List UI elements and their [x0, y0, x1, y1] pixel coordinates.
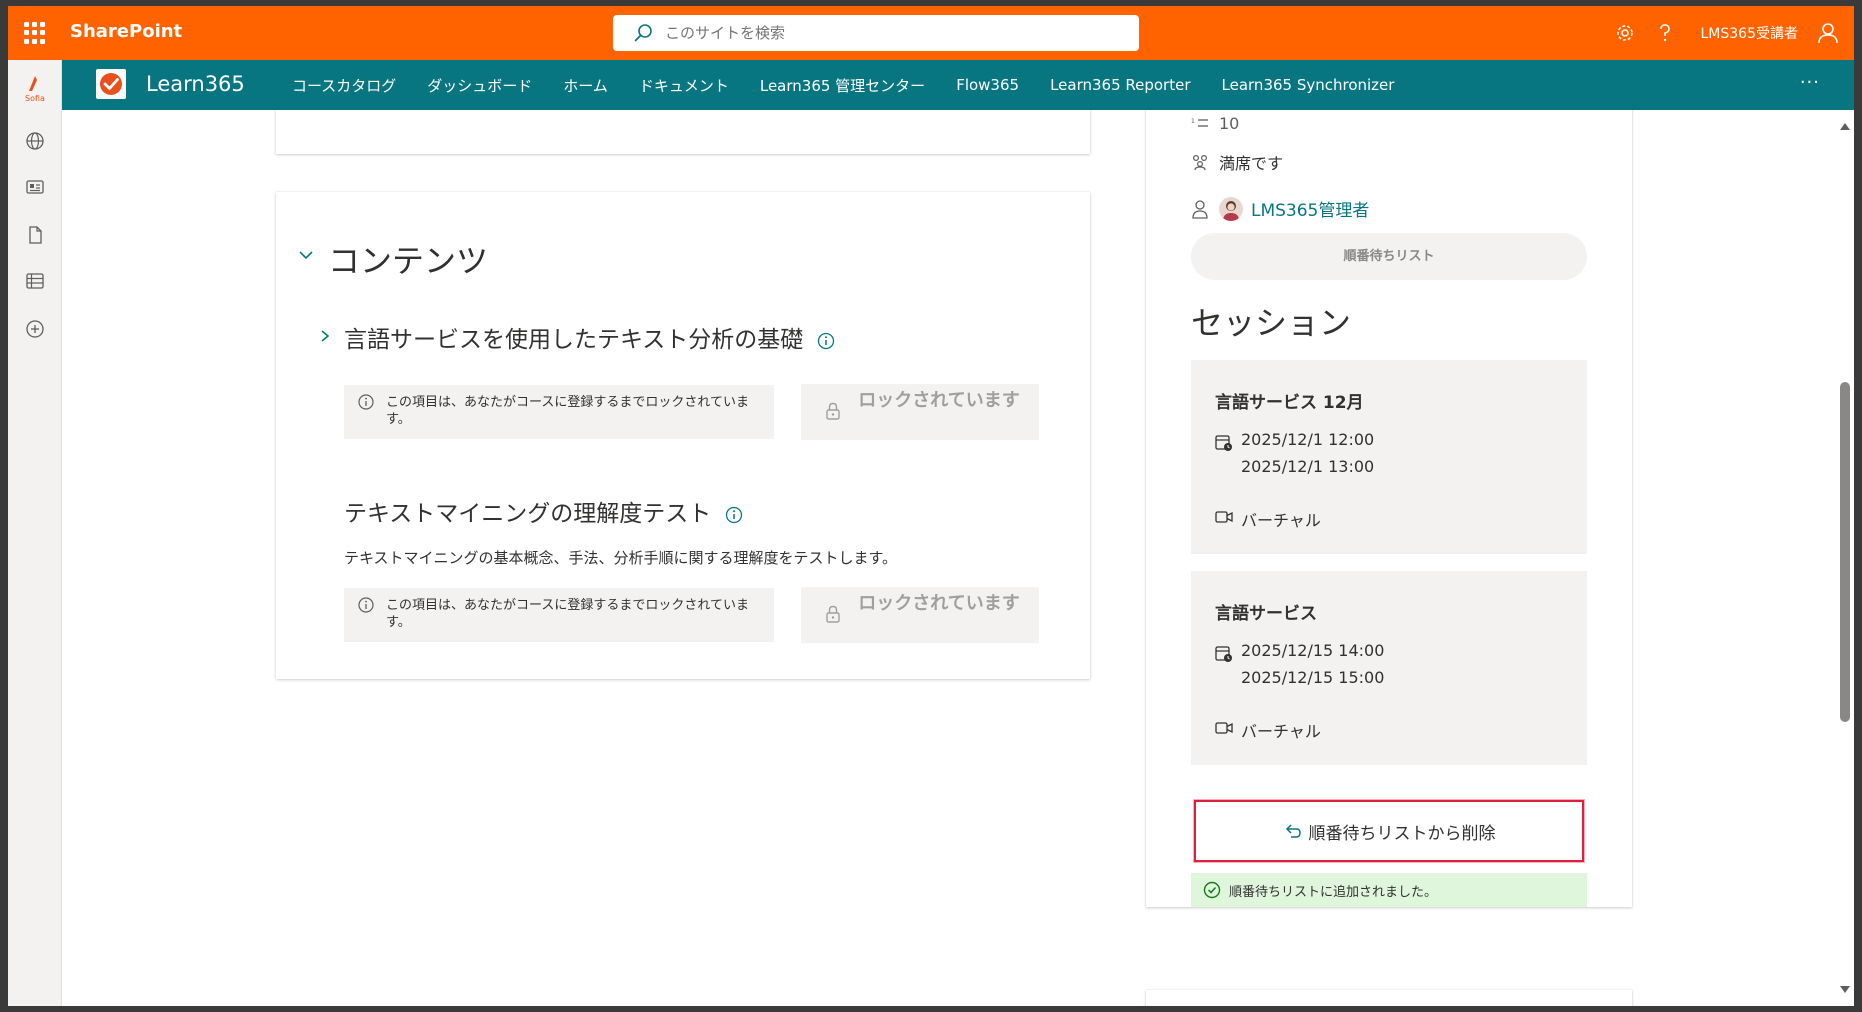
video-camera-icon	[1215, 722, 1233, 734]
status-text: 満席です	[1219, 154, 1284, 173]
nav-item-flow365[interactable]: Flow365	[956, 76, 1019, 94]
remove-from-waitlist-button[interactable]: 順番待ちリストから削除	[1194, 800, 1584, 862]
capacity-value: 10	[1219, 114, 1240, 133]
site-logo[interactable]	[96, 69, 126, 99]
content-item-description: テキストマイニングの基本概念、手法、分析手順に関する理解度をテストします。	[344, 549, 898, 567]
page-scrollbar[interactable]	[1836, 110, 1854, 1006]
success-message-text: 順番待ちリストに追加されました。	[1229, 884, 1438, 900]
sessions-title: セッション	[1191, 304, 1352, 342]
session-start: 2025/12/1 12:00	[1241, 430, 1375, 449]
session-location: バーチャル	[1241, 722, 1321, 741]
session-card[interactable]: 言語サービス 2025/12/15 14:00 2025/12/15 15:00…	[1191, 571, 1587, 765]
course-side-panel: 1 10 満席です LMS365管理者 順番待ちリスト セッション 言語サービス…	[1146, 110, 1632, 907]
session-card[interactable]: 言語サービス 12月 2025/12/1 12:00 2025/12/1 13:…	[1191, 360, 1587, 554]
svg-text:1: 1	[1191, 118, 1195, 125]
sofia-logo-text: Sofia	[25, 94, 45, 103]
content-item-title[interactable]: テキストマイニングの理解度テスト	[344, 494, 743, 528]
info-icon[interactable]	[725, 506, 743, 524]
settings-gear-icon[interactable]	[1605, 6, 1645, 60]
locked-button[interactable]: ロックされています	[801, 384, 1039, 440]
scroll-down-arrow-icon[interactable]	[1840, 986, 1850, 994]
user-profile-icon[interactable]	[1808, 6, 1848, 60]
lock-icon	[826, 402, 840, 420]
add-circle-icon[interactable]	[20, 314, 50, 344]
session-title: 言語サービス	[1215, 604, 1317, 624]
success-message-bar: 順番待ちリストに追加されました。	[1191, 873, 1587, 907]
news-icon[interactable]	[20, 172, 50, 202]
chevron-down-icon[interactable]	[298, 247, 314, 263]
capacity-row: 1 10	[1191, 114, 1239, 133]
session-end: 2025/12/15 15:00	[1241, 668, 1385, 687]
lock-icon	[826, 605, 840, 623]
status-row: 満席です	[1191, 150, 1283, 174]
section-title: コンテンツ	[328, 242, 489, 280]
nav-item-synchronizer[interactable]: Learn365 Synchronizer	[1222, 76, 1395, 94]
remove-from-waitlist-label: 順番待ちリストから削除	[1308, 823, 1496, 844]
checkmark-circle-icon	[1203, 881, 1221, 899]
globe-icon[interactable]	[20, 126, 50, 156]
browser-window: SharePoint LMS365受講者	[8, 6, 1854, 1006]
nav-item-course-catalog[interactable]: コースカタログ	[292, 75, 396, 96]
locked-button[interactable]: ロックされています	[801, 587, 1039, 643]
session-title: 言語サービス 12月	[1215, 393, 1364, 413]
content-item-title[interactable]: 言語サービスを使用したテキスト分析の基礎	[344, 320, 835, 354]
document-icon[interactable]	[20, 220, 50, 250]
content-item-title-text: テキストマイニングの理解度テスト	[344, 501, 712, 527]
search-input[interactable]	[665, 24, 1105, 42]
page-content: コンテンツ 言語サービスを使用したテキスト分析の基礎 この項目は、あなたがコース…	[62, 110, 1854, 1006]
lock-message-text: この項目は、あなたがコースに登録するまでロックされています。	[386, 395, 749, 427]
calendar-clock-icon	[1215, 646, 1232, 662]
person-icon	[1191, 199, 1215, 219]
nav-items: コースカタログ ダッシュボード ホーム ドキュメント Learn365 管理セン…	[292, 60, 1425, 110]
app-name[interactable]: SharePoint	[70, 21, 182, 42]
scrollbar-thumb[interactable]	[1840, 382, 1850, 722]
lock-message-text: この項目は、あなたがコースに登録するまでロックされています。	[386, 598, 749, 630]
nav-item-admin-center[interactable]: Learn365 管理センター	[760, 75, 925, 96]
previous-section-card	[276, 110, 1090, 154]
session-location: バーチャル	[1241, 511, 1321, 530]
scroll-up-arrow-icon[interactable]	[1840, 122, 1850, 130]
site-title[interactable]: Learn365	[146, 72, 245, 96]
video-camera-icon	[1215, 511, 1233, 523]
undo-icon	[1285, 824, 1301, 838]
list-numbered-icon: 1	[1191, 116, 1215, 132]
nav-item-reporter[interactable]: Learn365 Reporter	[1050, 76, 1190, 94]
search-icon	[634, 24, 652, 42]
lock-message: この項目は、あなたがコースに登録するまでロックされています。	[344, 385, 774, 439]
help-icon[interactable]	[1645, 6, 1685, 60]
nav-item-home[interactable]: ホーム	[563, 75, 608, 96]
calendar-clock-icon	[1215, 435, 1232, 451]
app-launcher-icon[interactable]	[24, 22, 46, 44]
people-icon	[1191, 153, 1215, 171]
locked-button-label: ロックされています	[858, 593, 1020, 614]
instructor-link[interactable]: LMS365管理者	[1251, 196, 1369, 221]
list-icon[interactable]	[20, 266, 50, 296]
info-icon[interactable]	[817, 332, 835, 350]
suite-bar: SharePoint LMS365受講者	[8, 6, 1854, 60]
next-side-card	[1146, 990, 1632, 1006]
content-item-title-text: 言語サービスを使用したテキスト分析の基礎	[344, 327, 804, 353]
nav-item-documents[interactable]: ドキュメント	[639, 75, 729, 96]
nav-more-button[interactable]: ···	[1800, 72, 1820, 93]
nav-item-dashboard[interactable]: ダッシュボード	[427, 75, 532, 96]
contents-card: コンテンツ 言語サービスを使用したテキスト分析の基礎 この項目は、あなたがコース…	[276, 192, 1090, 679]
user-name[interactable]: LMS365受講者	[1701, 23, 1799, 43]
session-end: 2025/12/1 13:00	[1241, 457, 1375, 476]
sofia-logo[interactable]: Sofia	[20, 74, 50, 104]
search-box[interactable]	[613, 15, 1139, 51]
waitlist-button[interactable]: 順番待ちリスト	[1191, 233, 1587, 280]
hub-navigation: Learn365 コースカタログ ダッシュボード ホーム ドキュメント Lear…	[62, 60, 1854, 110]
instructor-row: LMS365管理者	[1191, 196, 1369, 221]
chevron-right-icon[interactable]	[318, 329, 332, 343]
info-icon	[358, 597, 374, 613]
suite-actions: LMS365受講者	[1605, 6, 1855, 60]
left-rail: Sofia	[8, 60, 62, 1006]
avatar	[1219, 196, 1243, 221]
session-start: 2025/12/15 14:00	[1241, 641, 1385, 660]
info-icon	[358, 394, 374, 410]
locked-button-label: ロックされています	[858, 390, 1020, 411]
lock-message: この項目は、あなたがコースに登録するまでロックされています。	[344, 588, 774, 642]
